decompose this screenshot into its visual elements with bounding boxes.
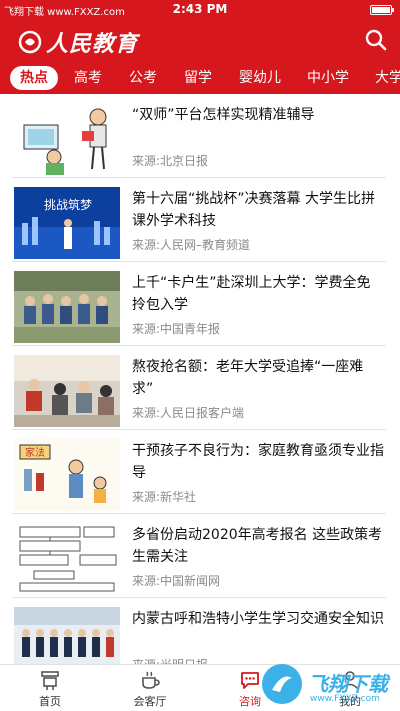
home-icon (41, 671, 59, 690)
news-title: 内蒙古呼和浩特小学生学习交通安全知识 (132, 611, 384, 627)
tabbar-lounge[interactable]: 会客厅 (110, 669, 190, 709)
news-source: 来源:人民网–教育频道 (132, 238, 251, 252)
news-title: 上千“卡户生”赴深圳上大学：学费全免拎包入学 (132, 275, 371, 313)
news-source: 来源:人民日报客户端 (132, 406, 245, 420)
news-thumbnail: 挑战筑梦 (14, 187, 120, 259)
tabbar-label: 会客厅 (133, 695, 167, 708)
news-item[interactable]: 多省份启动2020年高考报名 这些政策考生需关注 来源:中国新闻网 (0, 514, 400, 598)
news-item[interactable]: 挑战筑梦 第十六届“挑战杯”决赛落幕 大学生比拼课外学术科技 来源:人民网–教育… (0, 178, 400, 262)
news-item[interactable]: “双师”平台怎样实现精准辅导 来源:北京日报 (0, 94, 400, 178)
watermark-url: www.FXXZ.com (310, 694, 380, 704)
news-list: “双师”平台怎样实现精准辅导 来源:北京日报 挑战筑梦 第十六届“挑战杯”决赛落… (0, 94, 400, 664)
news-thumbnail (14, 103, 120, 175)
watermark-text: 飞翔下载 (308, 672, 388, 696)
news-thumbnail (14, 523, 120, 595)
news-thumbnail (14, 607, 120, 664)
news-title: 多省份启动2020年高考报名 这些政策考生需关注 (132, 527, 383, 565)
news-source: 来源:中国青年报 (132, 322, 221, 336)
logo-icon (18, 30, 42, 54)
news-source: 来源:中国新闻网 (132, 574, 221, 588)
status-time: 2:43 PM (172, 2, 228, 16)
tabbar-home[interactable]: 首页 (10, 669, 90, 709)
news-title: “双师”平台怎样实现精准辅导 (132, 107, 315, 123)
tab-k12[interactable]: 中小学 (307, 66, 349, 90)
tab-infant[interactable]: 婴幼儿 (239, 66, 281, 90)
watermark-logo-icon (262, 664, 302, 704)
watermark: 飞翔下载 www.FXXZ.com (258, 660, 398, 710)
battery-icon (370, 5, 394, 15)
news-thumbnail (14, 355, 120, 427)
search-icon[interactable] (364, 28, 388, 52)
news-title: 熬夜抢名额：老年大学受追捧“一座难求” (132, 359, 364, 397)
cup-icon (142, 671, 160, 689)
category-tabs: 热点 高考 公考 留学 婴幼儿 中小学 大学 (0, 62, 400, 94)
news-item[interactable]: 内蒙古呼和浩特小学生学习交通安全知识 来源:光明日报 (0, 598, 400, 664)
tabbar-label: 首页 (39, 695, 61, 708)
tab-hot[interactable]: 热点 (10, 66, 58, 90)
tab-gaokao[interactable]: 高考 (74, 66, 102, 90)
news-item[interactable]: 上千“卡户生”赴深圳上大学：学费全免拎包入学 来源:中国青年报 (0, 262, 400, 346)
tab-study-abroad[interactable]: 留学 (184, 66, 212, 90)
news-source: 来源:光明日报 (132, 656, 208, 664)
news-source: 来源:新华社 (132, 490, 197, 504)
news-item[interactable]: 家法 干预孩子不良行为：家庭教育亟须专业指导 来源:新华社 (0, 430, 400, 514)
banner-text: 挑战筑梦 (44, 197, 92, 212)
news-title: 干预孩子不良行为：家庭教育亟须专业指导 (132, 443, 384, 481)
app-logo: 人民教育 (18, 26, 138, 58)
news-thumbnail (14, 271, 120, 343)
news-title: 第十六届“挑战杯”决赛落幕 大学生比拼课外学术科技 (132, 191, 375, 229)
family-rule-text: 家法 (25, 446, 45, 459)
app-name: 人民教育 (46, 31, 139, 57)
tab-university[interactable]: 大学 (375, 66, 400, 90)
app-header: 人民教育 (0, 20, 400, 62)
news-thumbnail: 家法 (14, 439, 120, 511)
status-bar: 飞翔下载 www.FXXZ.com 2:43 PM (0, 0, 400, 20)
news-item[interactable]: 熬夜抢名额：老年大学受追捧“一座难求” 来源:人民日报客户端 (0, 346, 400, 430)
news-source: 来源:北京日报 (132, 154, 209, 168)
tab-gongkao[interactable]: 公考 (129, 66, 157, 90)
